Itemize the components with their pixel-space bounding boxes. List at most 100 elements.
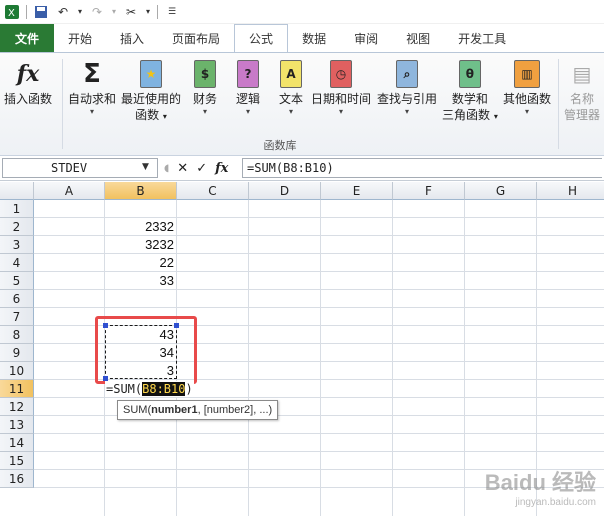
lookup-button[interactable]: ⌕ 查找与引用 ▾	[377, 57, 437, 117]
sigma-icon: Σ	[83, 59, 101, 89]
chevron-down-icon: ▾	[339, 107, 344, 116]
tab-file[interactable]: 文件	[0, 24, 54, 52]
recent-label-1: 最近使用的	[121, 92, 182, 106]
tab-page-layout[interactable]: 页面布局	[158, 24, 234, 52]
column-header-h[interactable]: H	[537, 182, 604, 200]
redo-dropdown-icon[interactable]: ▾	[111, 4, 117, 20]
gridline-horizontal	[34, 451, 604, 452]
undo-icon[interactable]: ↶	[55, 4, 71, 20]
function-tooltip[interactable]: SUM(number1, [number2], ...)	[117, 400, 279, 420]
chevron-down-icon: ▾	[162, 112, 167, 121]
chevron-down-icon: ▾	[525, 107, 530, 116]
more-functions-button[interactable]: ▥ 其他函数 ▾	[503, 57, 551, 117]
row-header-11[interactable]: 11	[0, 380, 34, 398]
text-button[interactable]: A 文本 ▾	[276, 57, 306, 117]
redo-icon[interactable]: ↷	[89, 4, 105, 20]
column-header-d[interactable]: D	[249, 182, 321, 200]
cell-b2[interactable]: 2332	[105, 218, 177, 236]
row-header-15[interactable]: 15	[0, 452, 34, 470]
chevron-down-icon[interactable]: ▼	[142, 162, 149, 172]
row-header-16[interactable]: 16	[0, 470, 34, 488]
column-header-g[interactable]: G	[465, 182, 537, 200]
star-book-icon: ★	[136, 57, 166, 91]
math-label-1: 数学和	[451, 92, 488, 106]
autosum-button[interactable]: Σ 自动求和 ▾	[68, 57, 116, 117]
tools-dropdown-icon[interactable]: ▾	[145, 4, 151, 20]
row-header-5[interactable]: 5	[0, 272, 34, 290]
chevron-down-icon: ▾	[288, 107, 293, 116]
expand-icon[interactable]: ◖	[164, 163, 169, 174]
edit-suffix: )	[185, 382, 193, 396]
column-header-c[interactable]: C	[177, 182, 249, 200]
row-header-4[interactable]: 4	[0, 254, 34, 272]
tab-developer[interactable]: 开发工具	[444, 24, 520, 52]
math-trig-button[interactable]: θ 数学和 三角函数 ▾	[442, 57, 498, 125]
datetime-button[interactable]: ◷ 日期和时间 ▾	[311, 57, 371, 117]
toolbar-divider	[26, 4, 27, 19]
customize-icon[interactable]: ☰	[164, 4, 180, 20]
logical-label: 逻辑	[235, 92, 260, 106]
name-manager-label-1: 名称	[570, 92, 595, 106]
row-header-2[interactable]: 2	[0, 218, 34, 236]
row-header-14[interactable]: 14	[0, 434, 34, 452]
ribbon-tabs: 文件 开始 插入 页面布局 公式 数据 审阅 视图 开发工具	[0, 24, 604, 52]
column-header-a[interactable]: A	[34, 182, 105, 200]
active-cell-editor[interactable]: =SUM(B8:B10)	[105, 381, 194, 397]
logical-book-icon: ?	[233, 57, 263, 91]
tab-insert[interactable]: 插入	[106, 24, 158, 52]
tab-formulas[interactable]: 公式	[234, 24, 289, 52]
edit-prefix: =SUM(	[106, 382, 143, 396]
cell-b3[interactable]: 3232	[105, 236, 177, 254]
insert-function-label: 插入函数	[4, 92, 53, 106]
ribbon-divider	[558, 59, 559, 149]
row-header-13[interactable]: 13	[0, 416, 34, 434]
tooltip-fn: SUM(	[123, 404, 152, 416]
tab-review[interactable]: 审阅	[340, 24, 392, 52]
row-header-10[interactable]: 10	[0, 362, 34, 380]
tab-home[interactable]: 开始	[54, 24, 106, 52]
edit-range: B8:B10	[142, 382, 186, 396]
datetime-book-icon: ◷	[326, 57, 356, 91]
select-all-corner[interactable]	[0, 182, 34, 200]
more-functions-books-icon: ▥	[512, 57, 542, 91]
formula-input[interactable]: =SUM(B8:B10)	[242, 158, 602, 178]
tab-data[interactable]: 数据	[288, 24, 340, 52]
tab-view[interactable]: 视图	[392, 24, 444, 52]
enter-icon[interactable]: ✓	[196, 161, 207, 176]
row-header-8[interactable]: 8	[0, 326, 34, 344]
row-header-6[interactable]: 6	[0, 290, 34, 308]
recent-functions-button[interactable]: ★ 最近使用的 函数 ▾	[121, 57, 181, 125]
cell-b5[interactable]: 33	[105, 272, 177, 290]
fx-icon[interactable]: fx	[215, 161, 228, 176]
autosum-label: 自动求和	[68, 92, 117, 106]
row-header-12[interactable]: 12	[0, 398, 34, 416]
insert-function-button[interactable]: fx 插入函数	[4, 57, 52, 107]
tools-icon[interactable]: ✂	[123, 4, 139, 20]
more-functions-label: 其他函数	[503, 92, 552, 106]
cell-b4[interactable]: 22	[105, 254, 177, 272]
financial-button[interactable]: $ 财务 ▾	[190, 57, 220, 117]
row-header-7[interactable]: 7	[0, 308, 34, 326]
logical-button[interactable]: ? 逻辑 ▾	[233, 57, 263, 117]
chevron-down-icon: ▾	[202, 107, 207, 116]
name-manager-label-2: 管理器	[564, 108, 601, 122]
undo-dropdown-icon[interactable]: ▾	[77, 4, 83, 20]
toolbar-divider	[157, 4, 158, 19]
column-header-e[interactable]: E	[321, 182, 393, 200]
column-header-b[interactable]: B	[105, 182, 177, 200]
name-manager-icon: ▤	[572, 62, 592, 86]
ribbon-formulas: fx 插入函数 Σ 自动求和 ▾ ★ 最近使用的 函数 ▾ $ 财务 ▾ ? 逻…	[0, 52, 604, 156]
row-header-3[interactable]: 3	[0, 236, 34, 254]
save-icon[interactable]	[33, 4, 49, 20]
column-header-f[interactable]: F	[393, 182, 465, 200]
recent-label-2: 函数	[135, 108, 160, 122]
name-box[interactable]: STDEV	[2, 158, 158, 178]
cancel-icon[interactable]: ✕	[177, 161, 188, 176]
tooltip-rest: , [number2], ...)	[197, 404, 273, 416]
row-header-1[interactable]: 1	[0, 200, 34, 218]
row-header-9[interactable]: 9	[0, 344, 34, 362]
name-manager-button[interactable]: ▤ 名称 管理器	[564, 57, 600, 123]
chevron-down-icon: ▾	[90, 107, 95, 116]
fx-icon: fx	[16, 61, 40, 87]
highlight-annotation-box	[95, 316, 197, 384]
